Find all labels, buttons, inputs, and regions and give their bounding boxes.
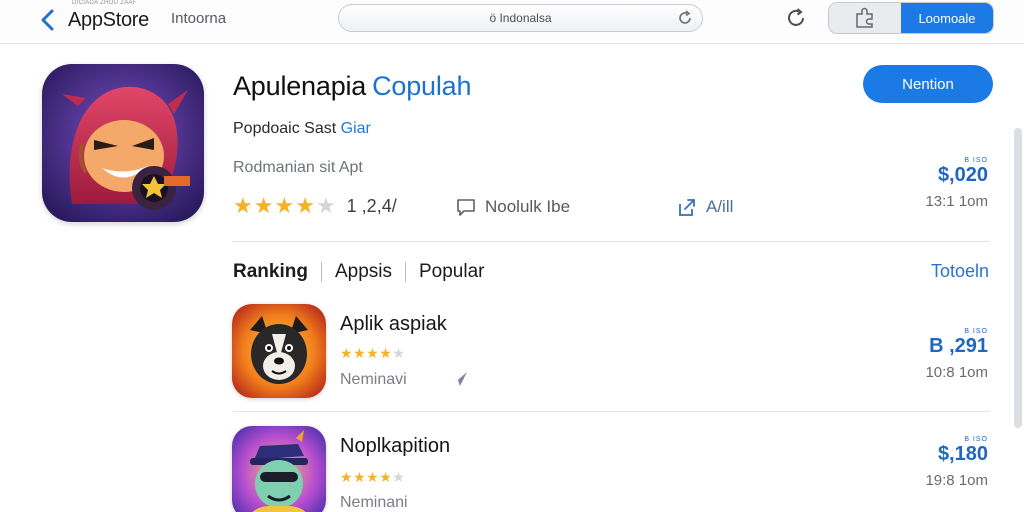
subtitle-accent[interactable]: Giar [341, 120, 371, 137]
star-rating: ★★★★★ [340, 469, 405, 486]
star-icon: ★ [233, 193, 254, 218]
tab-apps[interactable]: Appsis [335, 261, 392, 283]
share-label: A/ill [706, 197, 734, 216]
message-icon [457, 199, 475, 216]
dog-mascot-icon [232, 304, 326, 398]
tab-separator [404, 262, 406, 282]
star-icon: ★ [379, 345, 393, 361]
category-tabs: Ranking Appsis Popular [233, 258, 484, 286]
see-all-link[interactable]: Totoeln [931, 261, 989, 282]
star-empty-icon: ★ [315, 193, 337, 218]
price-value[interactable]: $,020 [925, 164, 988, 187]
size-label: 13:1 1om [925, 193, 988, 210]
star-empty-icon: ★ [392, 469, 406, 485]
back-button[interactable]: AppStore [38, 6, 156, 34]
star-icon: ★ [379, 469, 393, 485]
size-label: 19:8 1om [925, 472, 988, 489]
breadcrumb[interactable]: Intoorna [171, 10, 226, 27]
star-icon: ★ [340, 345, 354, 361]
list-item[interactable]: Aplik aspiak ★★★★★ Neminavi B ISO B ,291… [0, 298, 1024, 406]
address-bar[interactable]: ö Indonalsa [338, 4, 703, 32]
share-icon [679, 199, 695, 216]
share-link[interactable]: A/ill [676, 194, 733, 220]
row-subtitle: Neminani [340, 494, 408, 511]
price-caption: B ISO [964, 436, 988, 443]
chevron-left-icon [41, 9, 54, 31]
star-icon: ★ [353, 345, 367, 361]
star-rating: ★★★★★ [233, 193, 337, 219]
reviews-link[interactable]: Noolulk Ibe [455, 194, 570, 220]
app-title: Apulenapia Copulah [233, 71, 472, 102]
reviews-label: Noolulk Ibe [485, 197, 571, 216]
send-icon[interactable] [449, 370, 469, 388]
scrollbar[interactable] [1014, 128, 1022, 428]
character-icon [232, 426, 326, 512]
app-title-main: Apulenapia [233, 71, 367, 101]
subtitle-main: Popdoaic Sast [233, 120, 337, 137]
star-rating: ★★★★★ [340, 345, 405, 362]
extension-button[interactable] [829, 3, 901, 33]
featured-app-icon[interactable] [42, 64, 204, 222]
star-icon: ★ [366, 345, 380, 361]
star-empty-icon: ★ [392, 345, 406, 361]
price-caption: B ISO [964, 157, 988, 164]
divider [233, 241, 990, 242]
price-caption: B ISO [964, 328, 988, 335]
row-subtitle: Neminavi [340, 371, 407, 388]
puzzle-icon [856, 7, 873, 28]
row-title[interactable]: Aplik aspiak [340, 313, 447, 336]
list-item[interactable]: Noplkapition ★★★★★ Neminani B ISO $,180 … [0, 420, 1024, 512]
row-title[interactable]: Noplkapition [340, 435, 450, 458]
developer-name[interactable]: Rodmanian sit Apt [233, 159, 363, 177]
refresh-icon[interactable] [784, 6, 808, 30]
row-price: B ISO B ,291 10:8 1om [925, 328, 988, 381]
star-icon: ★ [340, 469, 354, 485]
rating-count: 1 ,2,4/ [346, 195, 397, 216]
row-app-icon[interactable] [232, 426, 326, 512]
featured-price: B ISO $,020 13:1 1om [925, 157, 988, 210]
address-text: ö Indonalsa [489, 11, 552, 25]
top-bar: DICIADA ZHOU ZAAF AppStore Intoorna ö In… [0, 0, 1024, 44]
price-value[interactable]: $,180 [925, 443, 988, 466]
rating-row: ★★★★★ 1 ,2,4/ [233, 193, 397, 219]
back-label: AppStore [68, 8, 149, 31]
divider [233, 411, 990, 412]
segmented-control: Loomoale [828, 2, 994, 34]
price-value[interactable]: B ,291 [925, 335, 988, 358]
app-title-accent[interactable]: Copulah [372, 71, 471, 101]
row-app-icon[interactable] [232, 304, 326, 398]
app-subtitle: Popdoaic Sast Giar [233, 120, 371, 138]
get-button[interactable]: Nention [863, 65, 993, 103]
tab-ranking[interactable]: Ranking [233, 261, 308, 283]
star-icon: ★ [295, 193, 316, 218]
primary-nav-button[interactable]: Loomoale [901, 3, 993, 33]
row-price: B ISO $,180 19:8 1om [925, 436, 988, 489]
star-icon: ★ [366, 469, 380, 485]
star-icon: ★ [253, 193, 275, 218]
tab-popular[interactable]: Popular [419, 261, 485, 283]
star-icon: ★ [353, 469, 367, 485]
mascot-icon [42, 64, 204, 222]
tab-separator [320, 262, 322, 282]
star-icon: ★ [274, 193, 296, 218]
reload-icon[interactable] [676, 9, 694, 27]
size-label: 10:8 1om [925, 364, 988, 381]
